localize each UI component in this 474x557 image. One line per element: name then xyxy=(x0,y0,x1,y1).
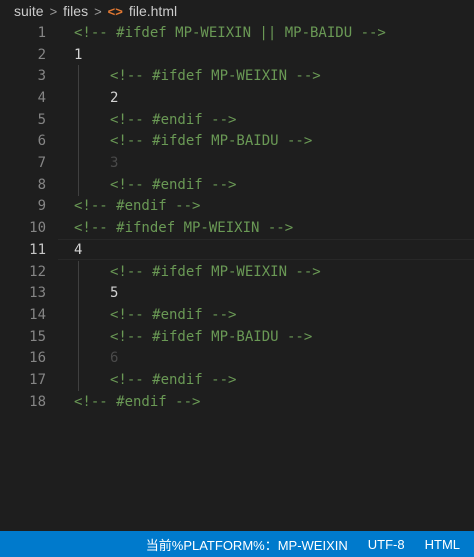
line-number: 18 xyxy=(29,393,46,410)
code-line[interactable]: 42 xyxy=(0,87,474,109)
line-number: 4 xyxy=(37,89,46,106)
code-line[interactable]: 8 <!-- #endif --> xyxy=(0,174,474,196)
code-editor[interactable]: 1 <!-- #ifdef MP-WEIXIN || MP-BAIDU --> 2 1… xyxy=(0,22,474,531)
breadcrumb: suite > files > <> file.html xyxy=(0,0,474,22)
line-number: 12 xyxy=(29,263,46,280)
code-line[interactable]: 73 xyxy=(0,152,474,174)
code-line[interactable]: 12 <!-- #ifdef MP-WEIXIN --> xyxy=(0,261,474,283)
code-line[interactable]: 18 <!-- #endif --> xyxy=(0,391,474,413)
platform-status[interactable]: 当前%PLATFORM%：MP-WEIXIN xyxy=(146,535,348,554)
code-line[interactable]: 9 <!-- #endif --> xyxy=(0,196,474,218)
current-line-highlight xyxy=(58,239,474,260)
code-text: <!-- #endif --> xyxy=(74,198,201,215)
line-number: 2 xyxy=(37,46,46,63)
indent-guide xyxy=(78,260,79,391)
code-text: <!-- #ifdef MP-WEIXIN --> xyxy=(110,263,321,280)
code-line[interactable]: 3 <!-- #ifdef MP-WEIXIN --> xyxy=(0,65,474,87)
code-text: <!-- #endif --> xyxy=(110,111,237,128)
code-line[interactable]: 11 4 xyxy=(0,239,474,261)
line-number: 14 xyxy=(29,306,46,323)
code-line[interactable]: 5 <!-- #endif --> xyxy=(0,109,474,131)
code-text: <!-- #ifdef MP-BAIDU --> xyxy=(110,328,313,345)
line-number: 10 xyxy=(29,220,46,237)
line-number: 1 xyxy=(37,24,46,41)
code-line[interactable]: 21 xyxy=(0,44,474,66)
language-mode-status[interactable]: HTML xyxy=(425,537,460,552)
line-number: 8 xyxy=(37,176,46,193)
breadcrumb-item-file[interactable]: file.html xyxy=(129,3,177,19)
code-line[interactable]: 15 <!-- #ifdef MP-BAIDU --> xyxy=(0,326,474,348)
code-line[interactable]: 17 <!-- #endif --> xyxy=(0,369,474,391)
code-text: <!-- #endif --> xyxy=(110,176,237,193)
code-line[interactable]: 6 <!-- #ifdef MP-BAIDU --> xyxy=(0,131,474,153)
line-number: 16 xyxy=(29,350,46,367)
code-line[interactable]: 14 <!-- #endif --> xyxy=(0,304,474,326)
line-number: 3 xyxy=(37,68,46,85)
status-bar: 当前%PLATFORM%：MP-WEIXIN UTF-8 HTML xyxy=(0,531,474,557)
code-text: <!-- #ifdef MP-BAIDU --> xyxy=(110,133,313,150)
code-line[interactable]: 16 6 xyxy=(0,348,474,370)
code-text: 5 xyxy=(110,285,119,302)
breadcrumb-item-suite[interactable]: suite xyxy=(14,3,44,19)
code-line[interactable]: 1 <!-- #ifdef MP-WEIXIN || MP-BAIDU --> xyxy=(0,22,474,44)
indent-guide xyxy=(78,65,79,196)
code-text: <!-- #ifndef MP-WEIXIN --> xyxy=(74,220,294,237)
line-number: 17 xyxy=(29,372,46,389)
encoding-status[interactable]: UTF-8 xyxy=(368,537,405,552)
code-text: <!-- #ifdef MP-WEIXIN || MP-BAIDU --> xyxy=(74,24,386,41)
line-number: 7 xyxy=(37,155,46,172)
line-number: 15 xyxy=(29,328,46,345)
breadcrumb-item-files[interactable]: files xyxy=(63,3,88,19)
line-number: 11 xyxy=(29,241,46,258)
code-text: 4 xyxy=(74,241,83,258)
line-number: 5 xyxy=(37,111,46,128)
chevron-right-icon: > xyxy=(49,3,58,19)
line-number: 6 xyxy=(37,133,46,150)
line-number: 9 xyxy=(37,198,46,215)
code-text: <!-- #ifdef MP-WEIXIN --> xyxy=(110,68,321,85)
code-text: 2 xyxy=(110,89,119,106)
code-text: 6 xyxy=(110,350,119,367)
code-line[interactable]: 10 <!-- #ifndef MP-WEIXIN --> xyxy=(0,217,474,239)
html-file-icon: <> xyxy=(107,3,123,19)
code-text: <!-- #endif --> xyxy=(110,372,237,389)
code-text: <!-- #endif --> xyxy=(74,393,201,410)
chevron-right-icon: > xyxy=(94,3,102,19)
line-number: 13 xyxy=(29,285,46,302)
code-text: 1 xyxy=(74,46,83,63)
code-text: 3 xyxy=(110,155,119,172)
code-text: <!-- #endif --> xyxy=(110,306,237,323)
code-line[interactable]: 13 5 xyxy=(0,282,474,304)
